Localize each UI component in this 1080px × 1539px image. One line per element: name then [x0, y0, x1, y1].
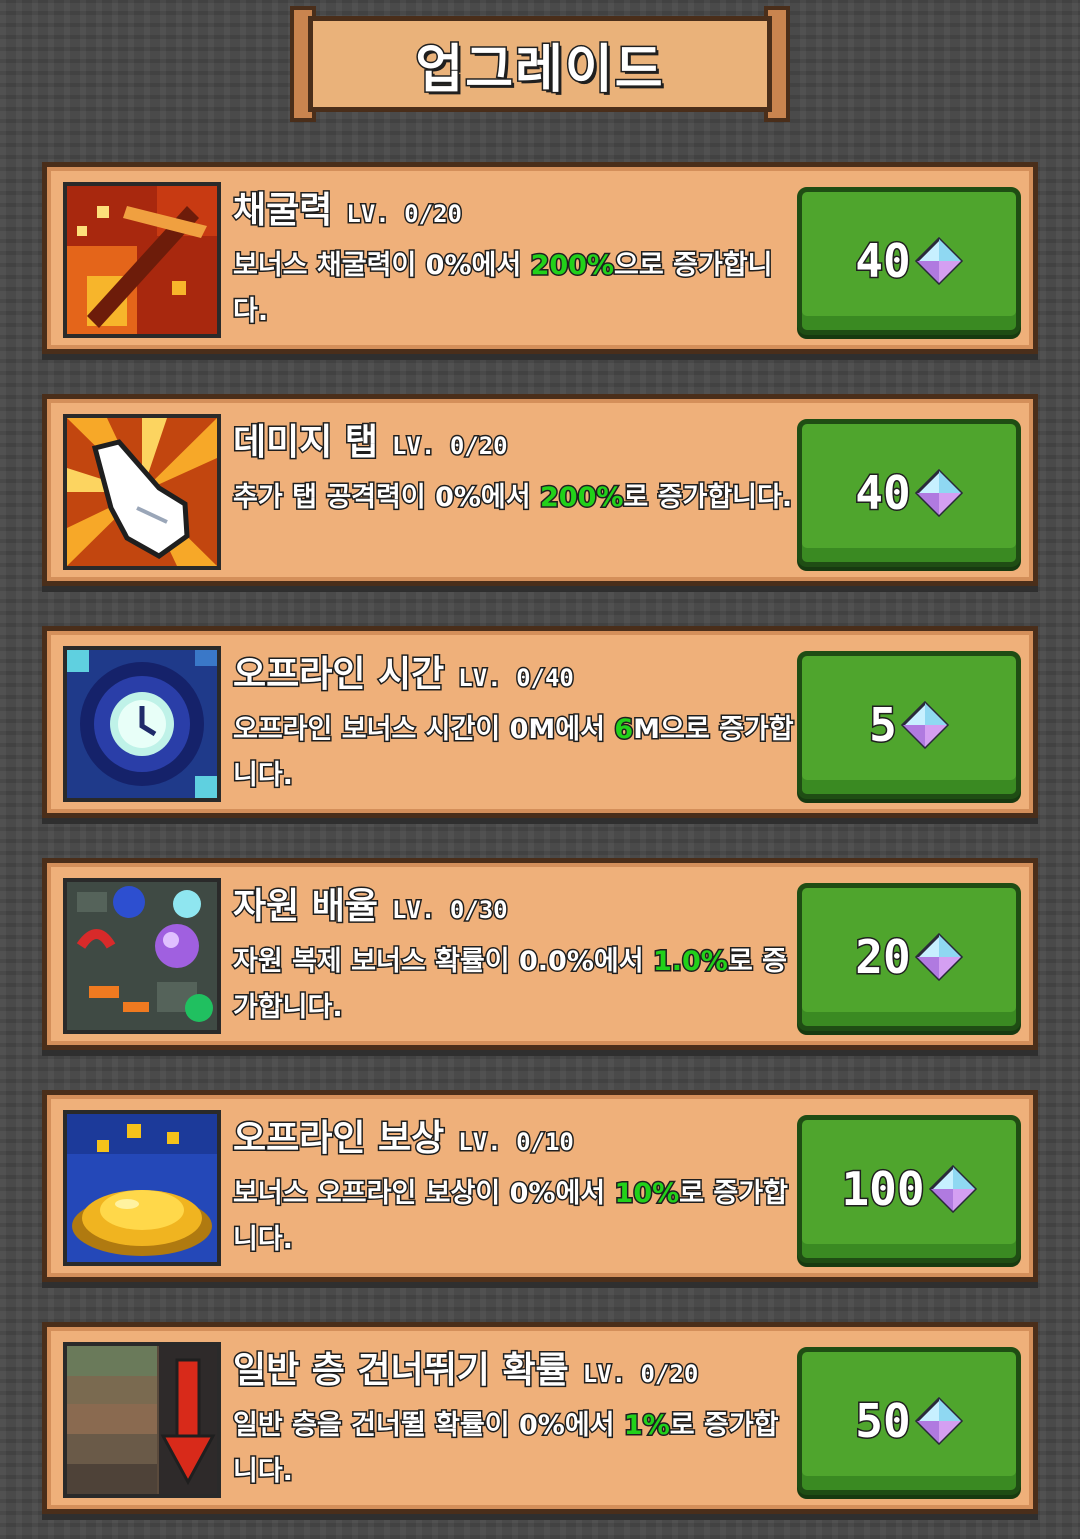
- tap-hand-icon: [63, 414, 221, 570]
- upgrade-card-resource-rate: 자원 배율 LV. 0/30 자원 복제 보너스 확률이 0.0%에서 1.0%…: [42, 858, 1038, 1050]
- desc-text: 자원 복제 보너스 확률이 0.0%에서: [232, 945, 653, 979]
- upgrade-name: 오프라인 보상: [231, 1117, 445, 1161]
- price-label: 40: [854, 233, 912, 290]
- upgrade-description: 보너스 채굴력이 0%에서 200%으로 증가합니다.: [231, 243, 803, 335]
- upgrade-level: LV. 0/20: [345, 199, 464, 230]
- upgrade-level: LV. 0/20: [391, 431, 510, 462]
- desc-text: 일반 층을 건너뛸 확률이 0%에서: [232, 1409, 624, 1443]
- desc-highlight-value: 10%: [613, 1177, 681, 1211]
- buy-button[interactable]: 100: [797, 1115, 1021, 1263]
- buy-button[interactable]: 40: [797, 419, 1021, 567]
- upgrade-name: 채굴력: [231, 189, 333, 233]
- title-plate: 업그레이드: [308, 16, 772, 112]
- upgrade-name: 데미지 탭: [231, 421, 379, 465]
- desc-text: 보너스 오프라인 보상이 0%에서: [232, 1177, 615, 1211]
- gold-pile-icon: [63, 1110, 221, 1266]
- upgrade-level: LV. 0/40: [457, 663, 576, 694]
- diamond-gem-icon: [914, 469, 963, 517]
- upgrade-title-row: 자원 배율 LV. 0/30: [231, 877, 510, 929]
- upgrade-name: 오프라인 시간: [231, 653, 445, 697]
- buy-button[interactable]: 40: [797, 187, 1021, 335]
- price-label: 40: [854, 465, 912, 522]
- buy-button[interactable]: 50: [797, 1347, 1021, 1495]
- diamond-gem-icon: [914, 237, 963, 285]
- desc-highlight-value: 1%: [622, 1409, 671, 1443]
- desc-text: 오프라인 보너스 시간이 0M에서: [231, 713, 615, 747]
- upgrade-card-mining-power: 채굴력 LV. 0/20 보너스 채굴력이 0%에서 200%으로 증가합니다.…: [42, 162, 1038, 354]
- price-label: 100: [840, 1161, 926, 1218]
- upgrade-level: LV. 0/30: [391, 895, 510, 926]
- title-banner: 업그레이드: [290, 6, 790, 122]
- desc-highlight-value: 200%: [538, 481, 624, 515]
- upgrade-card-floor-skip: 일반 층 건너뛰기 확률 LV. 0/20 일반 층을 건너뛸 확률이 0%에서…: [42, 1322, 1038, 1514]
- desc-text: 추가 탭 공격력이 0%에서: [232, 481, 540, 515]
- desc-highlight-value: 6: [613, 713, 635, 747]
- upgrade-card-offline-time: 오프라인 시간 LV. 0/40 오프라인 보너스 시간이 0M에서 6M으로 …: [42, 626, 1038, 818]
- upgrade-card-offline-reward: 오프라인 보상 LV. 0/10 보너스 오프라인 보상이 0%에서 10%로 …: [42, 1090, 1038, 1282]
- upgrade-description: 일반 층을 건너뛸 확률이 0%에서 1%로 증가합니다.: [232, 1403, 803, 1495]
- upgrade-title-row: 데미지 탭 LV. 0/20: [231, 413, 510, 465]
- upgrade-description: 오프라인 보너스 시간이 0M에서 6M으로 증가합니다.: [231, 707, 803, 799]
- floor-skip-arrow-icon: [63, 1342, 221, 1498]
- desc-text-end: 로 증가합니다.: [622, 481, 794, 515]
- resource-ores-icon: [63, 878, 221, 1034]
- price-label: 20: [854, 929, 912, 986]
- upgrade-description: 자원 복제 보너스 확률이 0.0%에서 1.0%로 증가합니다.: [232, 939, 803, 1031]
- diamond-gem-icon: [928, 1165, 977, 1213]
- upgrade-description: 보너스 오프라인 보상이 0%에서 10%로 증가합니다.: [232, 1171, 803, 1263]
- upgrade-title-row: 일반 층 건너뛰기 확률 LV. 0/20: [232, 1341, 700, 1393]
- upgrade-name: 일반 층 건너뛰기 확률: [232, 1349, 571, 1393]
- price-label: 5: [868, 697, 899, 754]
- diamond-gem-icon: [900, 701, 949, 749]
- desc-text: 보너스 채굴력이 0%에서: [232, 249, 531, 283]
- upgrade-name: 자원 배율: [231, 885, 379, 929]
- desc-highlight-value: 1.0%: [651, 945, 729, 979]
- desc-highlight-value: 200%: [529, 249, 615, 283]
- clock-icon: [63, 646, 221, 802]
- upgrade-title-row: 채굴력 LV. 0/20: [231, 181, 464, 233]
- pickaxe-fire-icon: [63, 182, 221, 338]
- buy-button[interactable]: 20: [797, 883, 1021, 1031]
- diamond-gem-icon: [914, 933, 963, 981]
- buy-button[interactable]: 5: [797, 651, 1021, 799]
- upgrade-level: LV. 0/10: [457, 1127, 576, 1158]
- page-title: 업그레이드: [414, 38, 665, 101]
- upgrade-description: 추가 탭 공격력이 0%에서 200%로 증가합니다.: [232, 475, 803, 521]
- diamond-gem-icon: [914, 1397, 963, 1445]
- upgrade-title-row: 오프라인 시간 LV. 0/40: [231, 645, 576, 697]
- upgrade-title-row: 오프라인 보상 LV. 0/10: [231, 1109, 576, 1161]
- upgrade-card-damage-tap: 데미지 탭 LV. 0/20 추가 탭 공격력이 0%에서 200%로 증가합니…: [42, 394, 1038, 586]
- price-label: 50: [854, 1393, 912, 1450]
- upgrade-level: LV. 0/20: [581, 1359, 700, 1390]
